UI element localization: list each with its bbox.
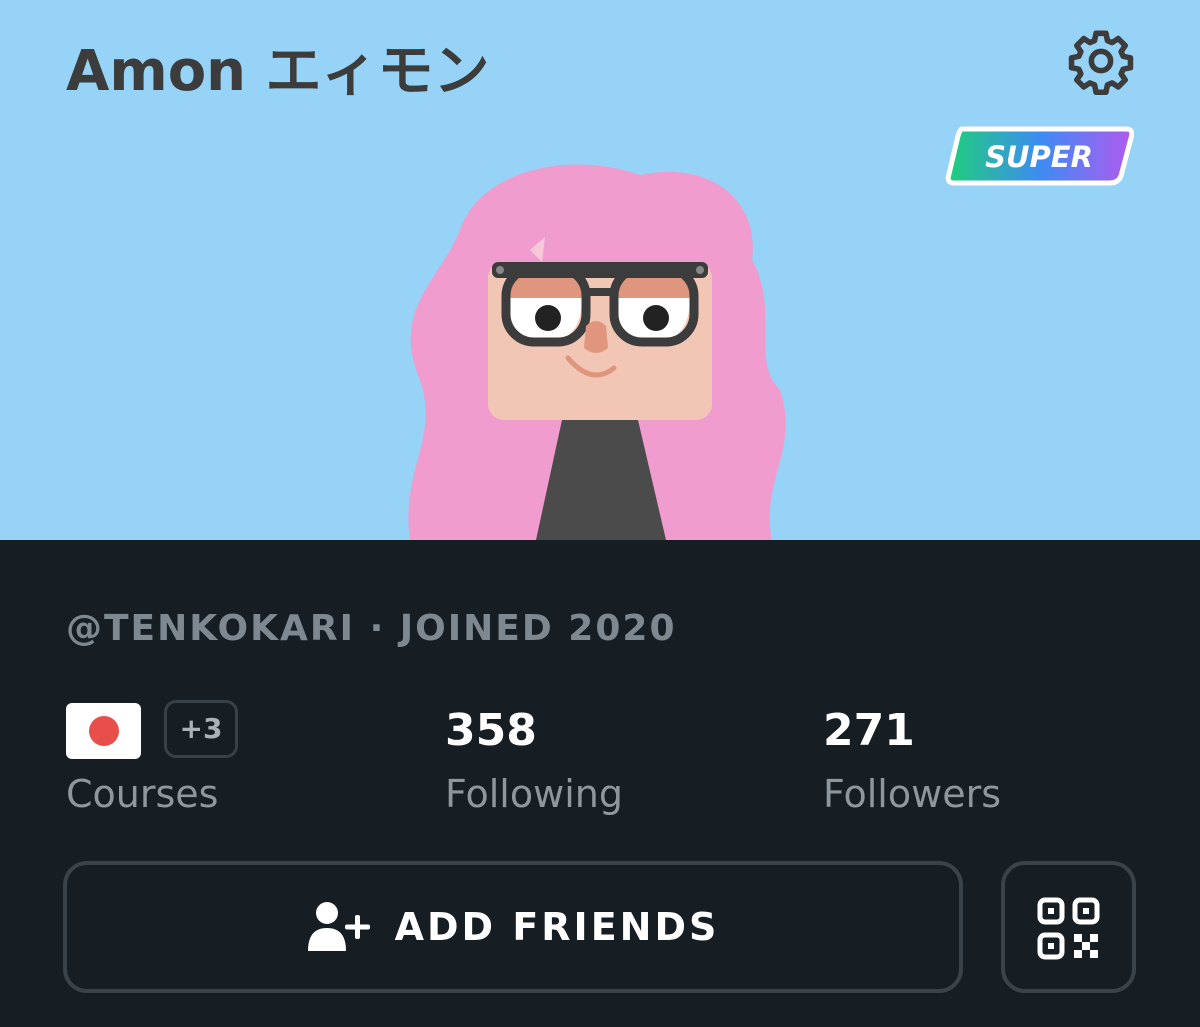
add-friends-label: ADD FRIENDS [394, 905, 720, 949]
username-joined-line: @TENKOKARI · JOINED 2020 [66, 608, 677, 649]
followers-count[interactable]: 271 [823, 705, 915, 756]
settings-button[interactable] [1066, 26, 1136, 96]
courses-label: Courses [66, 772, 219, 816]
gear-icon [1068, 30, 1134, 95]
super-badge: SUPER [944, 126, 1135, 186]
avatar [380, 140, 820, 540]
super-badge-label: SUPER [985, 140, 1093, 174]
add-friends-button[interactable]: ADD FRIENDS [63, 861, 963, 993]
courses-flag[interactable] [66, 703, 141, 759]
japan-flag-icon [89, 716, 119, 746]
qr-code-button[interactable] [1001, 861, 1136, 993]
profile-display-name: Amon エィモン [66, 39, 490, 104]
following-label[interactable]: Following [445, 772, 623, 816]
followers-label[interactable]: Followers [823, 772, 1001, 816]
following-count[interactable]: 358 [445, 705, 537, 756]
qr-code-icon [1037, 897, 1100, 960]
courses-extra-count[interactable]: +3 [164, 700, 238, 758]
add-user-icon [307, 902, 370, 951]
profile-header: Amon エィモン SUPER [0, 0, 1200, 540]
